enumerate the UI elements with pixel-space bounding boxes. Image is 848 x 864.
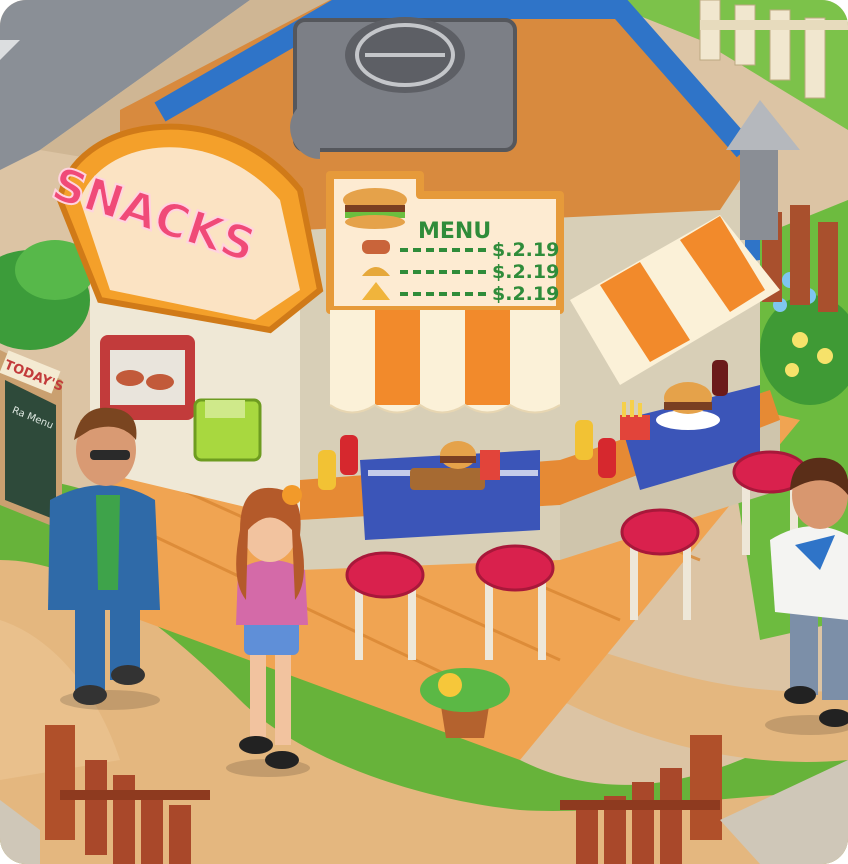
menu-title: MENU bbox=[418, 219, 491, 244]
soda-bottle bbox=[712, 360, 728, 396]
awning-front bbox=[329, 310, 561, 414]
menu-item-1-price: $.2.19 bbox=[492, 239, 559, 261]
scene-canvas: SNACKS MENU $.2.19 $.2.19 $.2.19 TODAY'S… bbox=[0, 0, 848, 864]
sunglasses-icon bbox=[90, 450, 130, 460]
menu-board[interactable]: MENU $.2.19 $.2.19 $.2.19 bbox=[326, 171, 564, 314]
menu-item-3-price: $.2.19 bbox=[492, 283, 559, 305]
hotdog-icon bbox=[362, 240, 390, 254]
roof-vent bbox=[290, 17, 517, 159]
burger-icon bbox=[343, 188, 407, 229]
hotdog-roller-machine bbox=[100, 335, 195, 420]
cash-register bbox=[193, 398, 262, 462]
game-scene: SNACKS MENU $.2.19 $.2.19 $.2.19 TODAY'S… bbox=[0, 0, 848, 864]
menu-item-2-price: $.2.19 bbox=[492, 261, 559, 283]
